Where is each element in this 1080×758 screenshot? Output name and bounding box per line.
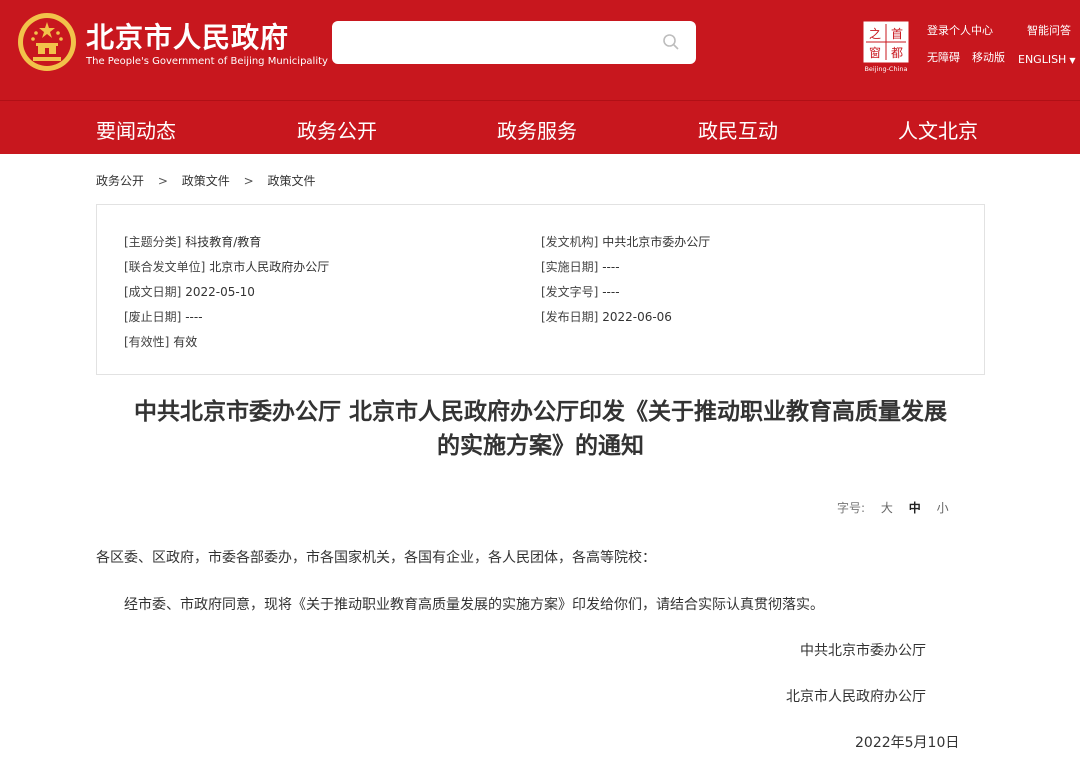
font-size-label: 字号: — [837, 501, 866, 515]
document-meta-box: [主题分类] 科技教育/教育 [联合发文单位] 北京市人民政府办公厅 [成文日期… — [96, 204, 985, 375]
smart-qa-link[interactable]: 智能问答 — [1027, 22, 1071, 38]
search-input[interactable] — [332, 21, 696, 64]
meta-label: [发文字号] — [541, 285, 599, 299]
document-date: 2022年5月10日 — [855, 735, 960, 751]
document-title-line: 的实施方案》的通知 — [437, 433, 644, 459]
svg-text:之: 之 — [869, 27, 881, 41]
breadcrumb-item[interactable]: 政策文件 — [267, 174, 315, 188]
nav-item-gov-affairs-open[interactable]: 政务公开 — [297, 115, 377, 144]
capital-logo-icon[interactable]: 之 首 窗 都 Beijing-China — [862, 20, 910, 74]
site-subtitle: The People's Government of Beijing Munic… — [86, 56, 328, 67]
meta-value: 北京市人民政府办公厅 — [209, 260, 330, 274]
meta-label: [联合发文单位] — [124, 260, 206, 274]
font-size-small-option[interactable]: 小 — [937, 501, 949, 515]
breadcrumb-separator: > — [157, 174, 168, 188]
meta-value: 科技教育/教育 — [185, 235, 262, 249]
meta-value: 有效 — [173, 335, 198, 349]
font-size-medium-option[interactable]: 中 — [909, 501, 921, 515]
meta-value: 2022-06-06 — [602, 310, 672, 324]
meta-label: [成文日期] — [124, 285, 182, 299]
nav-item-gov-services[interactable]: 政务服务 — [497, 115, 577, 144]
nav-item-interaction[interactable]: 政民互动 — [698, 115, 778, 144]
signature-government-office: 北京市人民政府办公厅 — [786, 689, 926, 705]
breadcrumb: 政务公开 > 政策文件 > 政策文件 — [96, 172, 315, 189]
meta-joint-issuer: [联合发文单位] 北京市人民政府办公厅 — [124, 258, 329, 275]
meta-label: [主题分类] — [124, 235, 182, 249]
site-title[interactable]: 北京市人民政府 — [86, 16, 289, 56]
language-select[interactable]: ENGLISH ▼ — [1018, 53, 1076, 66]
mobile-version-link[interactable]: 移动版 — [972, 49, 1005, 65]
login-personal-center-link[interactable]: 登录个人中心 — [927, 22, 993, 38]
meta-label: [发文机构] — [541, 235, 599, 249]
meta-label: [实施日期] — [541, 260, 599, 274]
meta-issuing-agency: [发文机构] 中共北京市委办公厅 — [541, 233, 710, 250]
main-nav: 要闻动态 政务公开 政务服务 政民互动 人文北京 — [0, 100, 1080, 154]
meta-value: ---- — [185, 310, 203, 324]
meta-value: ---- — [602, 285, 620, 299]
accessibility-link[interactable]: 无障碍 — [927, 49, 960, 65]
breadcrumb-separator: > — [243, 174, 254, 188]
font-size-large-option[interactable]: 大 — [881, 501, 893, 515]
meta-value: ---- — [602, 260, 620, 274]
breadcrumb-item[interactable]: 政策文件 — [182, 174, 230, 188]
search-icon[interactable] — [662, 33, 680, 51]
document-title-line: 中共北京市委办公厅 北京市人民政府办公厅印发《关于推动职业教育高质量发展 — [133, 399, 947, 425]
capital-logo-caption: Beijing-China — [864, 65, 907, 73]
nav-item-humanities[interactable]: 人文北京 — [898, 115, 978, 144]
caret-down-icon: ▼ — [1069, 56, 1076, 65]
document-salutation: 各区委、区政府，市委各部委办，市各国家机关，各国有企业，各人民团体，各高等院校： — [96, 550, 656, 566]
meta-label: [废止日期] — [124, 310, 182, 324]
meta-written-date: [成文日期] 2022-05-10 — [124, 283, 255, 300]
site-header: 北京市人民政府 The People's Government of Beiji… — [0, 0, 1080, 100]
svg-text:都: 都 — [891, 46, 903, 60]
document-paragraph: 经市委、市政府同意，现将《关于推动职业教育高质量发展的实施方案》印发给你们，请结… — [124, 597, 824, 613]
meta-value: 2022-05-10 — [185, 285, 255, 299]
signature-party-office: 中共北京市委办公厅 — [800, 643, 926, 659]
meta-value: 中共北京市委办公厅 — [602, 235, 711, 249]
meta-abolish-date: [废止日期] ---- — [124, 308, 203, 325]
national-emblem-icon[interactable] — [16, 11, 78, 73]
meta-document-number: [发文字号] ---- — [541, 283, 620, 300]
svg-text:窗: 窗 — [869, 46, 881, 60]
meta-implementation-date: [实施日期] ---- — [541, 258, 620, 275]
meta-validity: [有效性] 有效 — [124, 333, 197, 350]
breadcrumb-item[interactable]: 政务公开 — [96, 174, 144, 188]
meta-label: [发布日期] — [541, 310, 599, 324]
language-label: ENGLISH — [1018, 53, 1067, 66]
nav-item-news[interactable]: 要闻动态 — [96, 115, 176, 144]
font-size-switcher: 字号: 大 中 小 — [837, 499, 949, 516]
meta-subject-category: [主题分类] 科技教育/教育 — [124, 233, 261, 250]
document-title: 中共北京市委办公厅 北京市人民政府办公厅印发《关于推动职业教育高质量发展 的实施… — [96, 395, 985, 463]
meta-label: [有效性] — [124, 335, 170, 349]
meta-publish-date: [发布日期] 2022-06-06 — [541, 308, 672, 325]
svg-text:首: 首 — [891, 27, 903, 41]
